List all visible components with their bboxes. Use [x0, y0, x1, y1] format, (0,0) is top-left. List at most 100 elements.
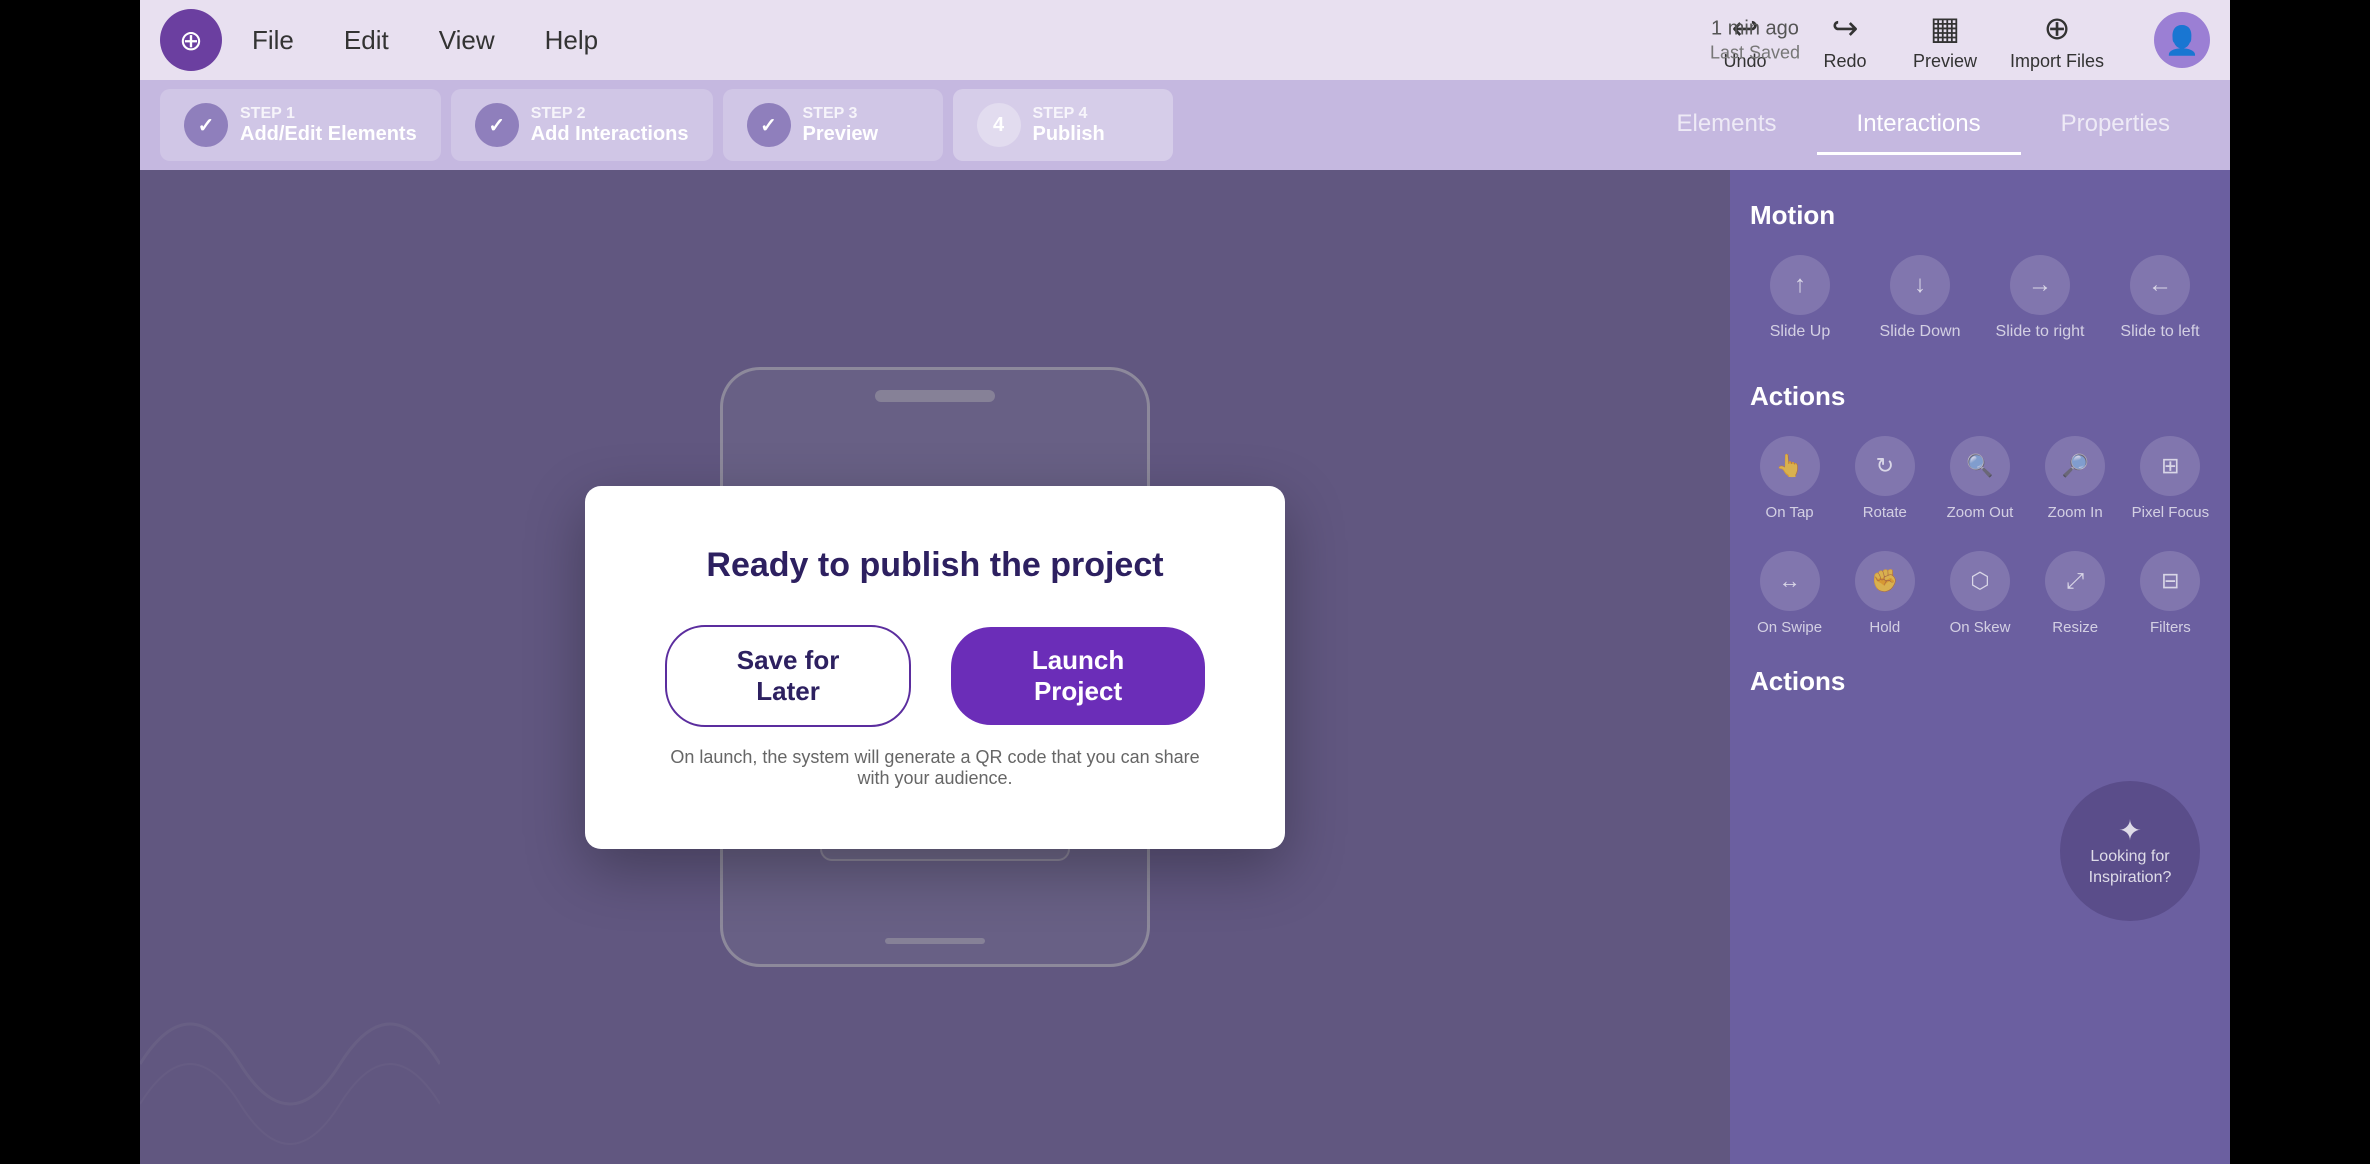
resize-icon: ⤢ — [2045, 551, 2105, 611]
rotate-icon: ↻ — [1855, 436, 1915, 496]
launch-project-button[interactable]: Launch Project — [951, 627, 1205, 725]
header: ⊕ File Edit View Help 1 min ago Last Sav… — [140, 0, 2230, 80]
inspiration-label: Looking for Inspiration? — [2060, 847, 2200, 889]
inspiration-star-icon: ✦ — [2118, 814, 2141, 847]
step-2[interactable]: ✓ STEP 2 Add Interactions — [451, 89, 713, 161]
zoom-out-label: Zoom Out — [1947, 504, 2014, 521]
slide-up-label: Slide Up — [1770, 323, 1830, 341]
tab-elements[interactable]: Elements — [1636, 96, 1816, 155]
step-2-name: Add Interactions — [531, 123, 689, 146]
on-skew-icon: ⬡ — [1950, 551, 2010, 611]
action-filters[interactable]: ⊟ Filters — [2131, 551, 2210, 636]
action-pixel-focus[interactable]: ⊞ Pixel Focus — [2131, 436, 2210, 521]
step-4-name: Publish — [1033, 123, 1105, 146]
preview-button[interactable]: ▦ Preview — [1910, 9, 1980, 72]
step-3-circle: ✓ — [747, 103, 791, 147]
save-later-button[interactable]: Save for Later — [665, 625, 911, 727]
zoom-in-icon: 🔎 — [2045, 436, 2105, 496]
on-swipe-icon: ↔ — [1760, 551, 1820, 611]
on-tap-icon: 👆 — [1760, 436, 1820, 496]
panel-tabs: Elements Interactions Properties — [1636, 96, 2210, 155]
right-black-bar — [2230, 0, 2370, 1164]
modal-title: Ready to publish the project — [706, 546, 1163, 585]
modal-overlay: Ready to publish the project Save for La… — [140, 170, 1730, 1164]
import-label: Import Files — [2010, 51, 2104, 72]
saved-label: Last Saved — [1710, 41, 1800, 64]
preview-label: Preview — [1913, 51, 1977, 72]
slide-right-label: Slide to right — [1996, 323, 2085, 341]
actions-grid-row1: 👆 On Tap ↻ Rotate 🔍 Zoom Out 🔎 Zoom In — [1750, 436, 2210, 521]
step-4[interactable]: 4 STEP 4 Publish — [953, 89, 1173, 161]
modal-note: On launch, the system will generate a QR… — [665, 747, 1205, 789]
modal-dialog: Ready to publish the project Save for La… — [585, 486, 1285, 849]
logo[interactable]: ⊕ — [160, 9, 222, 71]
action-rotate[interactable]: ↻ Rotate — [1845, 436, 1924, 521]
left-black-bar — [0, 0, 140, 1164]
steps-bar: ✓ STEP 1 Add/Edit Elements ✓ STEP 2 Add … — [140, 80, 2230, 170]
redo-icon: ↪ — [1832, 9, 1859, 47]
step-1-name: Add/Edit Elements — [240, 123, 417, 146]
slide-down-icon: ↓ — [1890, 255, 1950, 315]
nav-view[interactable]: View — [439, 25, 495, 56]
main-content: Ready to publish the project Save for La… — [140, 170, 2230, 1164]
step-4-text: STEP 4 Publish — [1033, 105, 1105, 146]
hold-label: Hold — [1869, 619, 1900, 636]
step-1[interactable]: ✓ STEP 1 Add/Edit Elements — [160, 89, 441, 161]
slide-left-icon: ← — [2130, 255, 2190, 315]
step-3[interactable]: ✓ STEP 3 Preview — [723, 89, 943, 161]
action-on-tap[interactable]: 👆 On Tap — [1750, 436, 1829, 521]
profile-avatar[interactable]: 👤 — [2154, 12, 2210, 68]
preview-icon: ▦ — [1930, 9, 1960, 47]
action-hold[interactable]: ✊ Hold — [1845, 551, 1924, 636]
inspiration-button[interactable]: ✦ Looking for Inspiration? — [2060, 781, 2200, 921]
nav-edit[interactable]: Edit — [344, 25, 389, 56]
import-icon: ⊕ — [2044, 9, 2071, 47]
resize-label: Resize — [2052, 619, 2098, 636]
slide-up-icon: ↑ — [1770, 255, 1830, 315]
redo-button[interactable]: ↪ Redo — [1810, 9, 1880, 72]
motion-slide-right[interactable]: → Slide to right — [1990, 255, 2090, 341]
saved-time: 1 min ago — [1710, 15, 1800, 41]
panel-footer: ✦ Looking for Inspiration? — [1750, 721, 2210, 921]
actions-grid-row2: ↔ On Swipe ✊ Hold ⬡ On Skew ⤢ Resize — [1750, 551, 2210, 636]
pixel-focus-label: Pixel Focus — [2132, 504, 2210, 521]
step-4-circle: 4 — [977, 103, 1021, 147]
slide-right-icon: → — [2010, 255, 2070, 315]
step-2-text: STEP 2 Add Interactions — [531, 105, 689, 146]
step-1-text: STEP 1 Add/Edit Elements — [240, 105, 417, 146]
profile-icon: 👤 — [2165, 24, 2200, 57]
motion-slide-left[interactable]: ← Slide to left — [2110, 255, 2210, 341]
slide-left-label: Slide to left — [2120, 323, 2199, 341]
rotate-label: Rotate — [1863, 504, 1907, 521]
tab-interactions[interactable]: Interactions — [1817, 96, 2021, 155]
motion-section-title: Motion — [1750, 200, 2210, 231]
import-files-button[interactable]: ⊕ Import Files — [2010, 9, 2104, 72]
nav-help[interactable]: Help — [545, 25, 598, 56]
on-swipe-label: On Swipe — [1757, 619, 1822, 636]
slide-down-label: Slide Down — [1880, 323, 1961, 341]
step-3-text: STEP 3 Preview — [803, 105, 879, 146]
action-resize[interactable]: ⤢ Resize — [2036, 551, 2115, 636]
right-panel: Motion ↑ Slide Up ↓ Slide Down → Slide t… — [1730, 170, 2230, 1164]
motion-grid: ↑ Slide Up ↓ Slide Down → Slide to right… — [1750, 255, 2210, 341]
on-tap-label: On Tap — [1766, 504, 1814, 521]
action-on-skew[interactable]: ⬡ On Skew — [1940, 551, 2019, 636]
action-on-swipe[interactable]: ↔ On Swipe — [1750, 551, 1829, 636]
zoom-in-label: Zoom In — [2048, 504, 2103, 521]
header-nav: File Edit View Help — [252, 25, 1710, 56]
modal-buttons: Save for Later Launch Project — [665, 625, 1205, 727]
motion-slide-down[interactable]: ↓ Slide Down — [1870, 255, 1970, 341]
step-2-num: STEP 2 — [531, 105, 689, 123]
step-1-circle: ✓ — [184, 103, 228, 147]
logo-icon: ⊕ — [179, 24, 202, 57]
motion-slide-up[interactable]: ↑ Slide Up — [1750, 255, 1850, 341]
save-status: 1 min ago Last Saved — [1710, 15, 1800, 64]
action-zoom-out[interactable]: 🔍 Zoom Out — [1940, 436, 2019, 521]
action-zoom-in[interactable]: 🔎 Zoom In — [2036, 436, 2115, 521]
nav-file[interactable]: File — [252, 25, 294, 56]
canvas-area: Ready to publish the project Save for La… — [140, 170, 1730, 1164]
app-container: ⊕ File Edit View Help 1 min ago Last Sav… — [140, 0, 2230, 1164]
tab-properties[interactable]: Properties — [2021, 96, 2210, 155]
filters-label: Filters — [2150, 619, 2191, 636]
step-3-num: STEP 3 — [803, 105, 879, 123]
